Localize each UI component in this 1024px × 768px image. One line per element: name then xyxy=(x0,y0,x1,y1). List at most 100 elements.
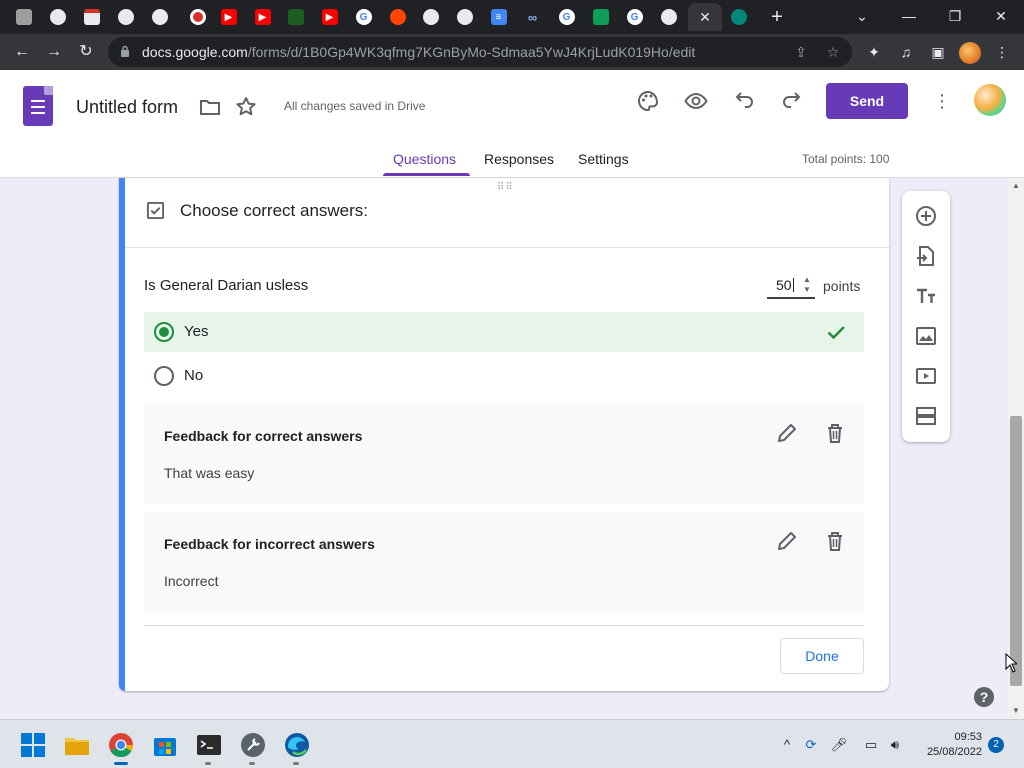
tab-settings[interactable]: Settings xyxy=(578,151,629,167)
mouse-cursor-icon xyxy=(1005,653,1017,673)
browser-tab[interactable]: ∞ xyxy=(516,3,549,31)
edit-pencil-icon[interactable] xyxy=(776,530,798,552)
bookmark-star-icon[interactable]: ☆ xyxy=(824,43,842,61)
radio-no[interactable] xyxy=(154,366,174,386)
option-row-correct[interactable] xyxy=(144,312,864,352)
scroll-up-arrow-icon[interactable]: ▲ xyxy=(1010,181,1022,190)
extensions-icon[interactable]: ✦ xyxy=(864,42,884,62)
browser-tab[interactable] xyxy=(143,3,176,31)
browser-tab-active[interactable]: ✕ xyxy=(688,3,722,31)
edge-icon[interactable] xyxy=(284,732,310,758)
edit-pencil-icon[interactable] xyxy=(776,422,798,444)
radio-yes-selected[interactable] xyxy=(154,322,174,342)
feedback-correct-title: Feedback for correct answers xyxy=(164,428,363,444)
tab-questions[interactable]: Questions xyxy=(393,151,456,167)
undo-icon[interactable] xyxy=(732,89,756,113)
browser-tab-strip: ▶ ▶ ▶ G ≡ ∞ G G ✕ + ⌄ — ❐ ✕ xyxy=(0,0,1024,34)
account-avatar[interactable] xyxy=(974,84,1006,116)
done-button[interactable]: Done xyxy=(780,638,864,674)
more-options-icon[interactable]: ⋮ xyxy=(930,89,954,113)
system-clock[interactable]: 09:53 25/08/2022 xyxy=(918,730,982,760)
browser-tab[interactable]: ▶ xyxy=(212,3,245,31)
preview-eye-icon[interactable] xyxy=(684,89,708,113)
star-icon[interactable] xyxy=(234,95,258,119)
add-image-icon[interactable] xyxy=(914,324,938,348)
chrome-icon xyxy=(660,9,677,25)
network-icon[interactable]: ▭ xyxy=(862,736,880,754)
windows-start-icon[interactable] xyxy=(20,732,46,758)
feedback-correct-box[interactable]: Feedback for correct answers That was ea… xyxy=(144,404,864,504)
chrome-taskbar-icon[interactable] xyxy=(108,732,134,758)
browser-tab[interactable] xyxy=(381,3,414,31)
address-bar[interactable]: docs.google.com/forms/d/1B0Gp4WK3qfmg7KG… xyxy=(108,37,852,67)
youtube-icon: ▶ xyxy=(220,9,237,25)
feedback-incorrect-title: Feedback for incorrect answers xyxy=(164,536,375,552)
terminal-icon[interactable] xyxy=(196,732,222,758)
browser-tab[interactable] xyxy=(109,3,142,31)
reload-icon[interactable]: ↻ xyxy=(74,40,98,64)
side-panel-icon[interactable]: ▣ xyxy=(928,42,948,62)
store-icon[interactable] xyxy=(152,732,178,758)
volume-icon[interactable]: 🔊︎ xyxy=(886,736,904,754)
profile-avatar[interactable] xyxy=(959,42,981,64)
trash-icon[interactable] xyxy=(824,422,846,444)
scrollbar-thumb[interactable] xyxy=(1010,416,1022,686)
notification-badge[interactable]: 2 xyxy=(988,737,1004,753)
add-section-icon[interactable] xyxy=(914,404,938,428)
send-button[interactable]: Send xyxy=(826,83,908,119)
points-input[interactable]: 50 ▲ ▼ xyxy=(767,273,815,299)
more-vert-icon[interactable]: ⋮ xyxy=(992,42,1012,62)
browser-tab[interactable] xyxy=(41,3,74,31)
add-video-icon[interactable] xyxy=(914,364,938,388)
browser-tab[interactable]: G xyxy=(550,3,583,31)
browser-tab[interactable]: ▶ xyxy=(246,3,279,31)
scroll-down-arrow-icon[interactable]: ▼ xyxy=(1010,706,1022,715)
browser-tab[interactable] xyxy=(448,3,481,31)
forms-logo[interactable] xyxy=(23,86,53,126)
browser-tab[interactable]: ▶ xyxy=(313,3,346,31)
media-controls-icon[interactable]: ♫ xyxy=(896,42,916,62)
browser-tab[interactable]: G xyxy=(347,3,380,31)
settings-tool-icon[interactable] xyxy=(240,732,266,758)
new-tab-button[interactable]: + xyxy=(766,6,788,28)
minimize-button[interactable]: — xyxy=(895,4,923,28)
file-explorer-icon[interactable] xyxy=(64,732,90,758)
decrement-arrow-icon[interactable]: ▼ xyxy=(803,285,811,294)
close-icon[interactable]: ✕ xyxy=(699,9,711,26)
add-title-icon[interactable] xyxy=(914,284,938,308)
browser-tab[interactable] xyxy=(75,3,108,31)
microphone-icon[interactable]: 🎤︎ xyxy=(830,736,848,754)
address-url: docs.google.com/forms/d/1B0Gp4WK3qfmg7KG… xyxy=(142,44,696,60)
back-icon[interactable]: ← xyxy=(10,40,34,64)
sync-icon[interactable]: ⟳ xyxy=(802,736,820,754)
form-title[interactable]: Untitled form xyxy=(76,97,178,118)
trash-icon[interactable] xyxy=(824,530,846,552)
browser-tab[interactable] xyxy=(7,3,40,31)
windows-taskbar: ^ ⟳ 🎤︎ ▭ 🔊︎ 09:53 25/08/2022 2 xyxy=(0,719,1024,768)
restore-button[interactable]: ❐ xyxy=(941,4,969,28)
tab-responses[interactable]: Responses xyxy=(484,151,554,167)
browser-tab[interactable] xyxy=(584,3,617,31)
folder-icon[interactable] xyxy=(198,95,222,119)
browser-tab[interactable] xyxy=(279,3,312,31)
browser-tab[interactable] xyxy=(722,3,755,31)
answer-key-checkbox-icon xyxy=(146,201,165,220)
browser-tab[interactable] xyxy=(414,3,447,31)
drag-handle-icon[interactable]: ⠿⠿ xyxy=(497,182,514,193)
tray-overflow-chevron-icon[interactable]: ^ xyxy=(778,736,796,754)
forward-icon[interactable]: → xyxy=(42,40,66,64)
import-questions-icon[interactable] xyxy=(914,244,938,268)
browser-tab[interactable] xyxy=(652,3,685,31)
tab-search-icon[interactable]: ⌄ xyxy=(848,4,876,28)
browser-tab[interactable]: G xyxy=(618,3,651,31)
redo-icon[interactable] xyxy=(780,89,804,113)
share-icon[interactable]: ⇪ xyxy=(792,43,810,61)
browser-tab[interactable]: ≡ xyxy=(482,3,515,31)
add-question-icon[interactable] xyxy=(914,204,938,228)
palette-icon[interactable] xyxy=(636,89,660,113)
help-icon[interactable]: ? xyxy=(974,687,994,707)
close-window-button[interactable]: ✕ xyxy=(987,4,1015,28)
increment-arrow-icon[interactable]: ▲ xyxy=(803,275,811,284)
browser-tab[interactable] xyxy=(181,3,214,31)
feedback-incorrect-box[interactable]: Feedback for incorrect answers Incorrect xyxy=(144,512,864,612)
